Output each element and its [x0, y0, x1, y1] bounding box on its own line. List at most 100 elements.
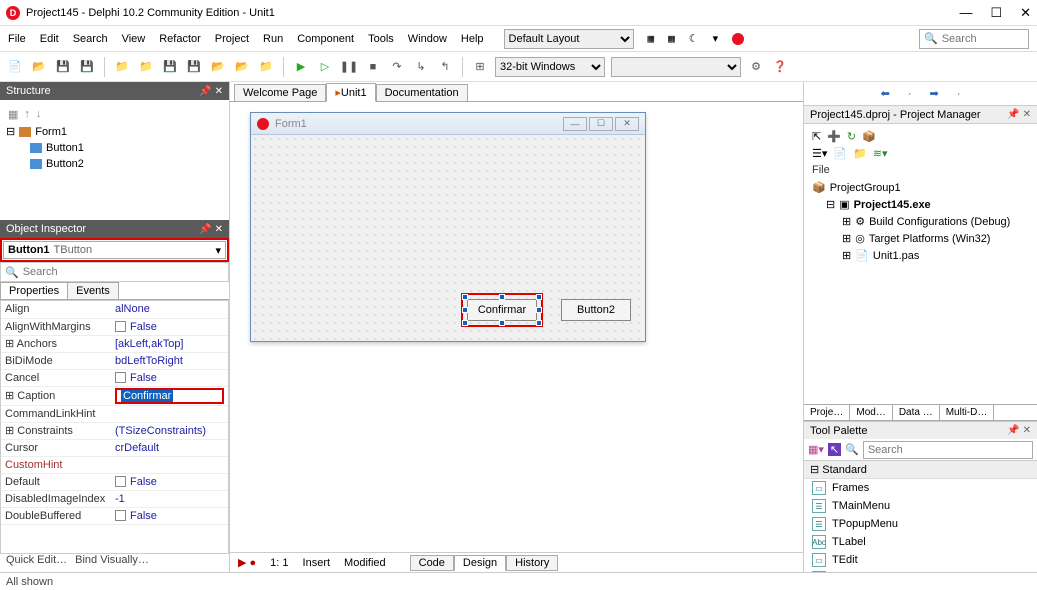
tab-unit1[interactable]: ▸Unit1 — [326, 83, 375, 102]
open-icon[interactable]: 📂 — [30, 58, 48, 76]
tab-welcome[interactable]: Welcome Page — [234, 84, 326, 101]
prop-row-anchors[interactable]: ⊞ Anchors[akLeft,akTop] — [1, 335, 228, 352]
pin-icon[interactable]: 📌 ✕ — [199, 224, 223, 235]
caption-edit-highlight[interactable]: Confirmar — [115, 388, 224, 404]
prop-row-alignwithmargins[interactable]: AlignWithMarginsFalse — [1, 318, 228, 335]
save2-purple-icon[interactable]: 💾 — [185, 58, 203, 76]
pm-add-icon[interactable]: ➕ — [827, 130, 841, 143]
menu-window[interactable]: Window — [408, 33, 447, 45]
struct-up-icon[interactable]: ↑ — [24, 108, 30, 120]
pm-tab-multi[interactable]: Multi-D… — [940, 405, 995, 420]
menu-help[interactable]: Help — [461, 33, 484, 45]
menu-project[interactable]: Project — [215, 33, 249, 45]
palette-item-tedit[interactable]: ▭TEdit — [804, 551, 1037, 569]
palette-item-frames[interactable]: ▭Frames — [804, 479, 1037, 497]
prop-row-default[interactable]: DefaultFalse — [1, 473, 228, 490]
step-into-icon[interactable]: ↳ — [412, 58, 430, 76]
palette-pointer-icon[interactable]: ↖ — [828, 443, 841, 456]
prop-row-cancel[interactable]: CancelFalse — [1, 369, 228, 386]
pause-icon[interactable]: ❚❚ — [340, 58, 358, 76]
run-nodebug-icon[interactable]: ▷ — [316, 58, 334, 76]
record-icon[interactable]: ▶ ● — [238, 556, 256, 569]
pm-target[interactable]: Target Platforms (Win32) — [869, 231, 991, 248]
dropdown-icon[interactable]: ▾ — [713, 32, 719, 45]
form-designer[interactable]: Form1 — ☐ ✕ Confirmar — [230, 102, 803, 552]
menu-component[interactable]: Component — [297, 33, 354, 45]
palette-search-input[interactable] — [863, 441, 1033, 459]
design-button1[interactable]: Confirmar — [467, 299, 537, 321]
structure-tree[interactable]: ⊟Form1 Button1 Button2 — [6, 124, 223, 172]
prop-row-customhint[interactable]: CustomHint — [1, 456, 228, 473]
stop-icon[interactable] — [732, 33, 744, 45]
new-icon[interactable]: 📄 — [6, 58, 24, 76]
open2-icon[interactable]: 📂 — [209, 58, 227, 76]
quick-edit-link[interactable]: Quick Edit… — [6, 554, 67, 572]
stop-run-icon[interactable]: ■ — [364, 58, 382, 76]
save-icon[interactable]: 💾 — [54, 58, 72, 76]
global-search[interactable]: 🔍 — [919, 29, 1029, 49]
saveall-icon[interactable]: 💾 — [78, 58, 96, 76]
palette-item-tlabel[interactable]: AbcTLabel — [804, 533, 1037, 551]
device-select[interactable] — [611, 57, 741, 77]
view-tab-design[interactable]: Design — [454, 555, 506, 571]
pm-refresh-icon[interactable]: ↻ — [847, 130, 856, 143]
maximize-button[interactable]: ☐ — [990, 5, 1002, 21]
help-icon[interactable]: ❓ — [771, 58, 789, 76]
prop-row-caption[interactable]: ⊞ CaptionConfirmar — [1, 386, 228, 405]
palette-item-tmainmenu[interactable]: ☰TMainMenu — [804, 497, 1037, 515]
bind-visually-link[interactable]: Bind Visually… — [75, 554, 149, 572]
struct-tool-icon[interactable]: ▦ — [8, 108, 18, 121]
nav-back-icon[interactable]: ⬅ — [881, 87, 890, 100]
prop-row-align[interactable]: AlignalNone — [1, 301, 228, 318]
menu-view[interactable]: View — [122, 33, 146, 45]
tab-documentation[interactable]: Documentation — [376, 84, 468, 101]
close-button[interactable]: ✕ — [1020, 5, 1031, 21]
pin-icon[interactable]: 📌 ✕ — [199, 86, 223, 97]
folder1-icon[interactable]: 📁 — [113, 58, 131, 76]
struct-down-icon[interactable]: ↓ — [36, 108, 42, 120]
tree-node-form[interactable]: Form1 — [35, 124, 67, 140]
step-out-icon[interactable]: ↰ — [436, 58, 454, 76]
run-icon[interactable]: ▶ — [292, 58, 310, 76]
tree-node-button1[interactable]: Button1 — [46, 140, 84, 156]
nav-forward-icon[interactable]: ➡ — [930, 87, 939, 100]
folder2-icon[interactable]: 📁 — [137, 58, 155, 76]
palette-item-tpopupmenu[interactable]: ☰TPopupMenu — [804, 515, 1037, 533]
inspector-search-input[interactable] — [23, 266, 224, 278]
prop-row-doublebuffered[interactable]: DoubleBufferedFalse — [1, 507, 228, 524]
menu-file[interactable]: File — [8, 33, 26, 45]
prop-row-bidimode[interactable]: BiDiModebdLeftToRight — [1, 352, 228, 369]
minimize-button[interactable]: — — [959, 5, 972, 21]
pm-collapse-icon[interactable]: ⇱ — [812, 130, 821, 143]
pin-icon[interactable]: 📌 ✕ — [1007, 109, 1031, 120]
pm-unit[interactable]: Unit1.pas — [873, 248, 919, 265]
menu-edit[interactable]: Edit — [40, 33, 59, 45]
pm-build-icon[interactable]: 📦 — [862, 130, 876, 143]
tab-properties[interactable]: Properties — [0, 282, 68, 299]
prop-row-commandlinkhint[interactable]: CommandLinkHint — [1, 405, 228, 422]
view-tab-code[interactable]: Code — [410, 555, 454, 571]
config-icon[interactable]: ⚙ — [747, 58, 765, 76]
layout-select[interactable]: Default Layout — [504, 29, 634, 49]
palette-category[interactable]: ⊟ Standard — [804, 461, 1037, 479]
design-button2[interactable]: Button2 — [561, 299, 631, 321]
step-over-icon[interactable]: ↷ — [388, 58, 406, 76]
pm-wave-icon[interactable]: ≋▾ — [873, 147, 888, 160]
design-form[interactable]: Form1 — ☐ ✕ Confirmar — [250, 112, 646, 342]
pm-folder-icon[interactable]: 📁 — [853, 147, 867, 160]
menu-tools[interactable]: Tools — [368, 33, 394, 45]
pm-tab-project[interactable]: Proje… — [804, 405, 850, 420]
tab-events[interactable]: Events — [67, 282, 119, 299]
component-combo[interactable]: Button1 TButton ▾ — [3, 241, 226, 259]
layout-btn1-icon[interactable]: ▦ — [648, 32, 655, 45]
global-search-input[interactable] — [942, 33, 1022, 45]
view-tab-history[interactable]: History — [506, 555, 558, 571]
pm-group[interactable]: ProjectGroup1 — [830, 180, 901, 197]
pm-project[interactable]: Project145.exe — [854, 197, 931, 214]
target-platform-select[interactable]: 32-bit Windows — [495, 57, 605, 77]
save-purple-icon[interactable]: 💾 — [161, 58, 179, 76]
tree-node-button2[interactable]: Button2 — [46, 156, 84, 172]
palette-cat-icon[interactable]: ▦▾ — [808, 443, 824, 456]
menu-run[interactable]: Run — [263, 33, 283, 45]
prop-row-constraints[interactable]: ⊞ Constraints(TSizeConstraints) — [1, 422, 228, 439]
